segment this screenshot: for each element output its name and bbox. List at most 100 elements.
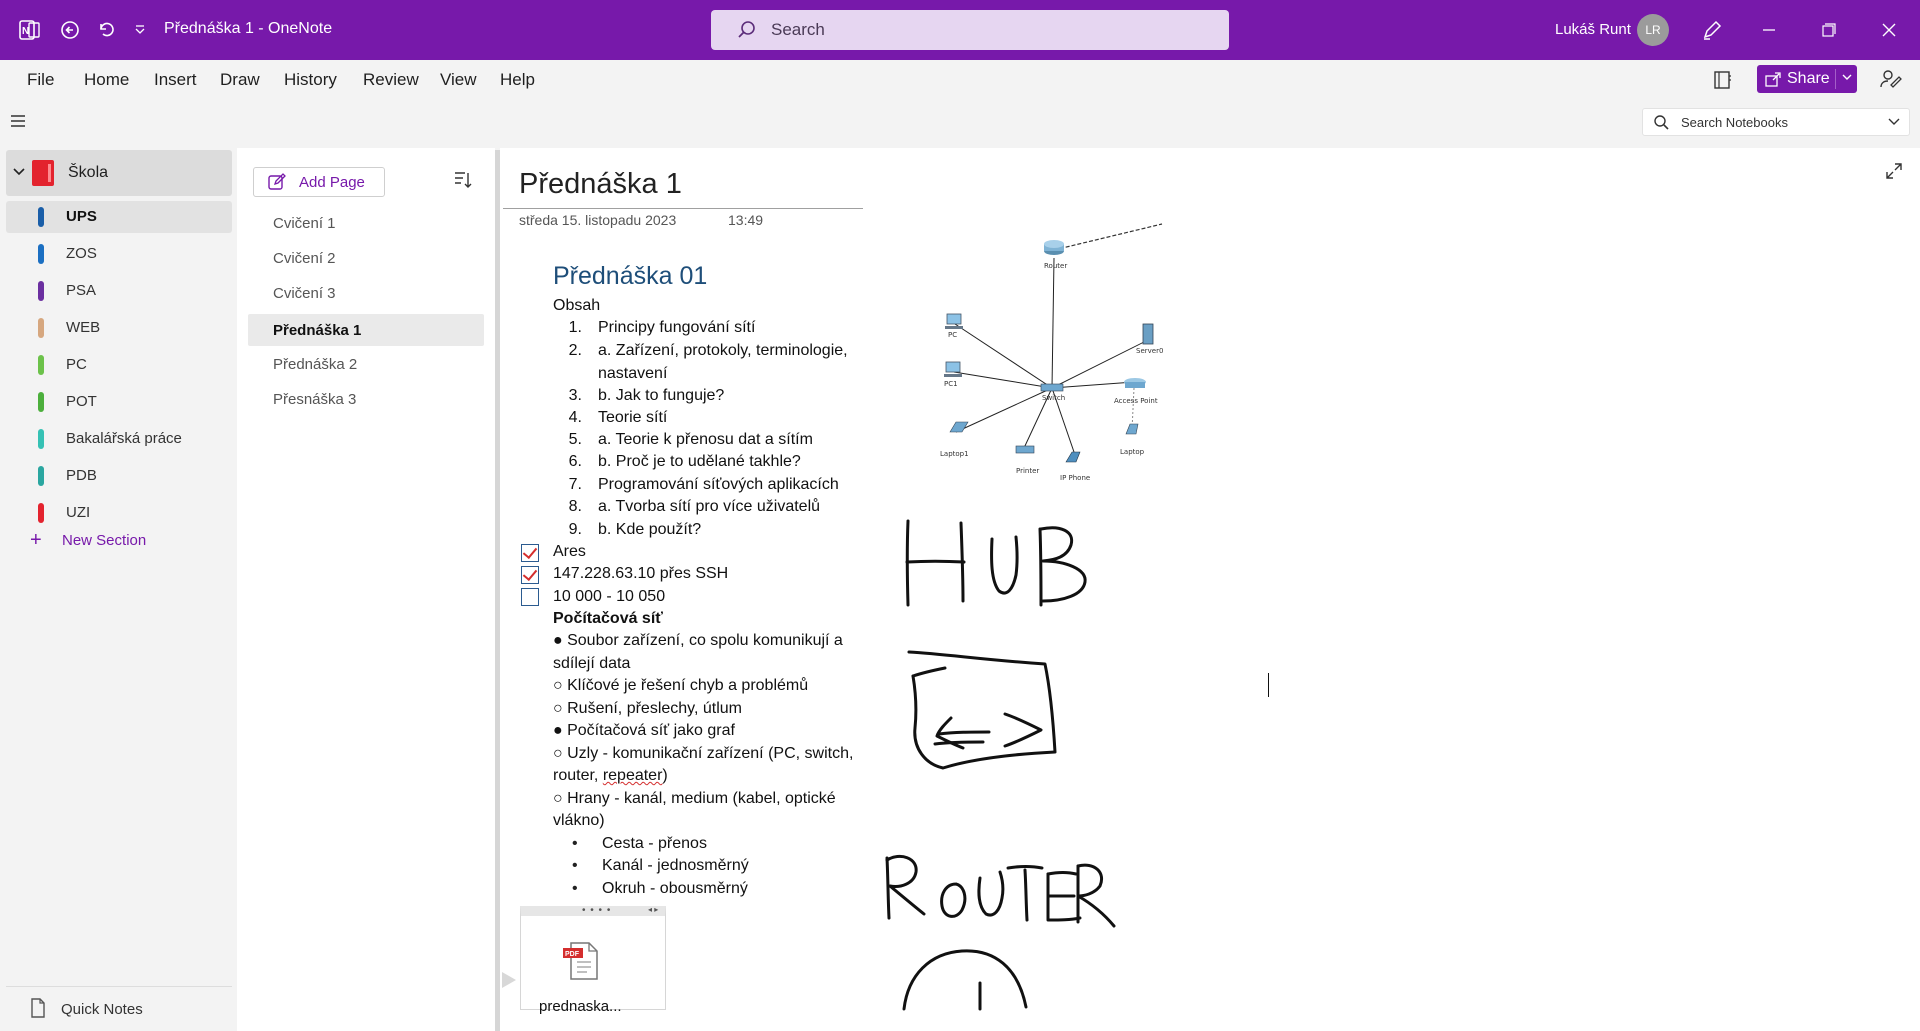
body-line[interactable]: ○ Rušení, přeslechy, útlum bbox=[553, 700, 742, 718]
pc-icon bbox=[945, 313, 963, 329]
page-item[interactable]: Cvičení 2 bbox=[248, 242, 484, 274]
menu-review[interactable]: Review bbox=[363, 70, 419, 90]
chevron-down-icon[interactable] bbox=[1887, 114, 1901, 131]
close-button[interactable] bbox=[1874, 16, 1904, 44]
todo-checkbox[interactable] bbox=[521, 544, 539, 562]
menu-draw[interactable]: Draw bbox=[220, 70, 260, 90]
sub-bullet-item[interactable]: Kanál - jednosměrný bbox=[602, 857, 749, 875]
share-button[interactable]: Share bbox=[1757, 65, 1857, 93]
section-web[interactable]: WEB bbox=[6, 312, 232, 344]
section-pdb[interactable]: PDB bbox=[6, 460, 232, 492]
pdf-badge: PDF bbox=[565, 951, 580, 958]
section-pc[interactable]: PC bbox=[6, 349, 232, 381]
todo-text[interactable]: 10 000 - 10 050 bbox=[553, 588, 665, 606]
list-item[interactable]: a. Teorie k přenosu dat a sítím bbox=[598, 431, 813, 449]
menu-file[interactable]: File bbox=[27, 70, 54, 90]
body-line[interactable]: ○ Uzly - komunikační zařízení (PC, switc… bbox=[553, 745, 853, 763]
title-divider bbox=[503, 208, 863, 209]
page-item-active[interactable]: Přednáška 1 bbox=[248, 314, 484, 346]
chevron-down-icon[interactable] bbox=[12, 164, 26, 183]
section-bakalarska-prace[interactable]: Bakalářská práce bbox=[6, 423, 232, 455]
section-label: PDB bbox=[66, 467, 97, 484]
section-title[interactable]: Počítačová síť bbox=[553, 610, 663, 628]
expand-icon[interactable] bbox=[1885, 162, 1903, 185]
list-item[interactable]: a. Tvorba sítí pro více uživatelů bbox=[598, 498, 820, 516]
page-title[interactable]: Přednáška 1 bbox=[519, 168, 682, 201]
ink-drawing-arrows-box[interactable] bbox=[905, 648, 1065, 776]
resize-handle-icon[interactable]: ◂ ▸ bbox=[648, 905, 658, 914]
avatar[interactable]: LR bbox=[1637, 14, 1669, 46]
sort-icon[interactable] bbox=[453, 170, 473, 195]
obsah-label[interactable]: Obsah bbox=[553, 297, 600, 315]
section-psa[interactable]: PSA bbox=[6, 275, 232, 307]
misspelled-word[interactable]: repeater bbox=[603, 767, 663, 784]
list-item[interactable]: nastavení bbox=[598, 365, 667, 383]
list-item[interactable]: b. Proč je to udělané takhle? bbox=[598, 453, 801, 471]
page-item[interactable]: Cvičení 3 bbox=[248, 277, 484, 309]
pen-icon[interactable] bbox=[1697, 16, 1727, 44]
section-color-tab bbox=[38, 466, 44, 486]
menu-help[interactable]: Help bbox=[500, 70, 535, 90]
list-item[interactable]: Principy fungování sítí bbox=[598, 319, 755, 337]
server-icon bbox=[1142, 323, 1154, 345]
section-zos[interactable]: ZOS bbox=[6, 238, 232, 270]
drag-handle-icon[interactable]: • • • • bbox=[582, 905, 611, 916]
todo-checkbox[interactable] bbox=[521, 566, 539, 584]
section-color-tab bbox=[38, 318, 44, 338]
restore-button[interactable] bbox=[1814, 16, 1844, 44]
menu-home[interactable]: Home bbox=[84, 70, 129, 90]
section-uzi[interactable]: UZI bbox=[6, 497, 232, 529]
body-line[interactable]: ● Soubor zařízení, co spolu komunikují a bbox=[553, 632, 843, 650]
notebook-skola[interactable]: Škola bbox=[6, 150, 232, 196]
window-title: Přednáška 1 - OneNote bbox=[164, 20, 333, 37]
network-diagram-image[interactable]: Router PC Server0 PC1 Switch Access Poin… bbox=[930, 220, 1170, 485]
back-icon[interactable] bbox=[58, 18, 82, 42]
list-item[interactable]: a. Zařízení, protokoly, terminologie, bbox=[598, 342, 848, 360]
notebook-view-icon[interactable] bbox=[1713, 70, 1733, 95]
switch-icon bbox=[1040, 383, 1064, 392]
list-item[interactable]: b. Kde použít? bbox=[598, 521, 701, 539]
body-line[interactable]: sdílejí data bbox=[553, 655, 630, 673]
pdf-attachment[interactable]: PDF prednaska... bbox=[520, 906, 666, 1015]
feedback-icon[interactable] bbox=[1878, 67, 1902, 96]
menu-insert[interactable]: Insert bbox=[154, 70, 197, 90]
search-notebooks-input[interactable]: Search Notebooks bbox=[1642, 108, 1910, 136]
list-item[interactable]: Teorie sítí bbox=[598, 409, 667, 427]
chevron-down-icon[interactable] bbox=[1841, 70, 1853, 88]
sub-bullet-item[interactable]: Okruh - obousměrný bbox=[602, 880, 748, 898]
minimize-button[interactable] bbox=[1754, 16, 1784, 44]
body-line[interactable]: ○ Hrany - kanál, medium (kabel, optické bbox=[553, 790, 836, 808]
list-item[interactable]: b. Jak to funguje? bbox=[598, 387, 724, 405]
add-page-button[interactable]: Add Page bbox=[253, 167, 385, 197]
ink-drawing-router[interactable] bbox=[880, 848, 1120, 930]
notebook-name: Škola bbox=[68, 164, 109, 181]
page-item[interactable]: Cvičení 1 bbox=[248, 207, 484, 239]
section-pot[interactable]: POT bbox=[6, 386, 232, 418]
menu-view[interactable]: View bbox=[440, 70, 477, 90]
undo-icon[interactable] bbox=[94, 18, 118, 42]
body-line[interactable]: ● Počítačová síť jako graf bbox=[553, 722, 735, 740]
page-item[interactable]: Přednáška 2 bbox=[248, 348, 484, 380]
body-line[interactable]: ○ Klíčové je řešení chyb a problémů bbox=[553, 677, 808, 695]
ink-drawing-hub[interactable] bbox=[895, 515, 1105, 610]
sub-bullet-item[interactable]: Cesta - přenos bbox=[602, 835, 707, 853]
todo-checkbox[interactable] bbox=[521, 588, 539, 606]
user-name[interactable]: Lukáš Runt bbox=[1555, 21, 1631, 38]
ink-drawing-partial[interactable] bbox=[900, 945, 1050, 1011]
quick-notes-button[interactable]: Quick Notes bbox=[6, 986, 232, 1028]
list-item[interactable]: Programování síťových aplikacích bbox=[598, 476, 839, 494]
note-canvas[interactable] bbox=[500, 148, 1920, 1031]
svg-text:Server0: Server0 bbox=[1136, 347, 1163, 355]
customize-toolbar-icon[interactable] bbox=[128, 18, 152, 42]
container-handle[interactable] bbox=[502, 972, 516, 988]
section-ups[interactable]: UPS bbox=[6, 201, 232, 233]
page-item[interactable]: Přesnáška 3 bbox=[248, 383, 484, 415]
todo-text[interactable]: 147.228.63.10 přes SSH bbox=[553, 565, 728, 583]
menu-history[interactable]: History bbox=[284, 70, 337, 90]
body-line[interactable]: vlákno) bbox=[553, 812, 605, 830]
todo-text[interactable]: Ares bbox=[553, 543, 586, 561]
search-input[interactable]: Search bbox=[711, 10, 1229, 50]
note-heading[interactable]: Přednáška 01 bbox=[553, 262, 707, 291]
body-line[interactable]: router, repeater) bbox=[553, 767, 668, 785]
hamburger-icon[interactable] bbox=[10, 114, 26, 133]
